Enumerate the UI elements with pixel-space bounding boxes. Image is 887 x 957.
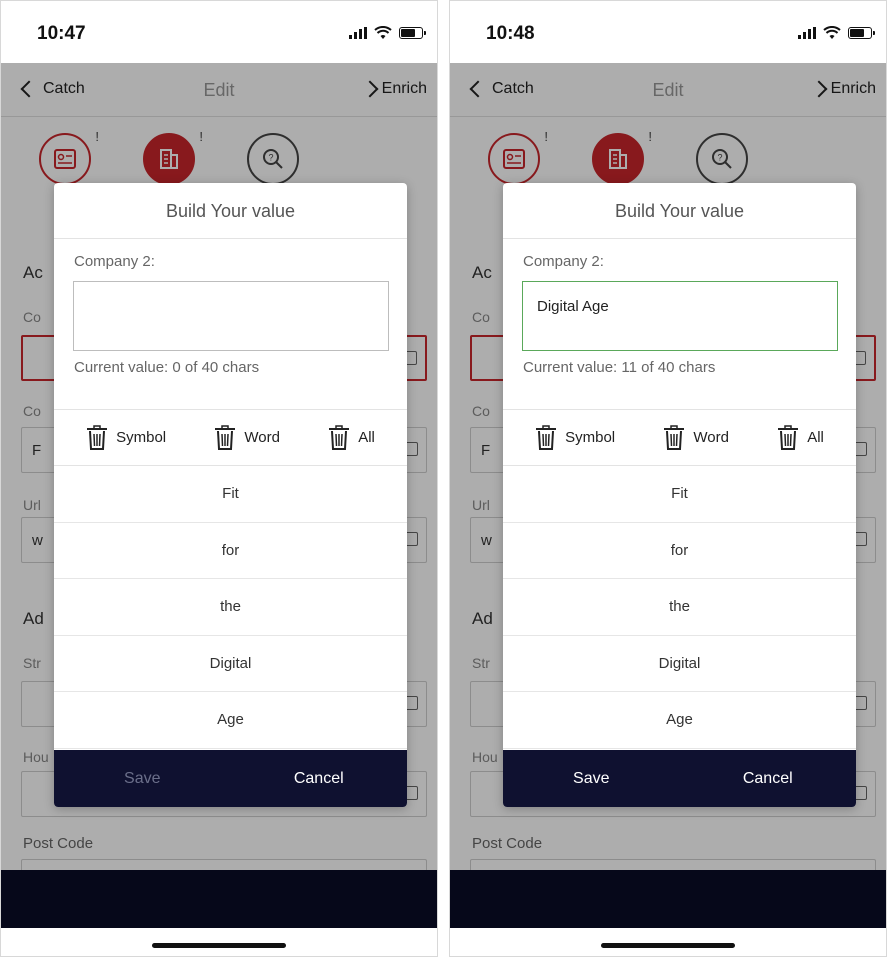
- dialog-footer: Save Cancel: [54, 750, 407, 807]
- field-label: Company 2:: [74, 253, 155, 270]
- char-counter: Current value: 0 of 40 chars: [74, 359, 260, 376]
- home-indicator[interactable]: [601, 943, 735, 948]
- word-list: Fit for the Digital Age: [503, 466, 856, 749]
- delete-actions: Symbol Word All: [54, 409, 407, 466]
- trash-icon: [214, 424, 236, 451]
- delete-symbol-label: Symbol: [565, 429, 616, 446]
- trash-icon: [328, 424, 350, 451]
- signal-icon: [349, 27, 367, 39]
- bottom-toolbar: [1, 870, 437, 928]
- dialog-footer: Save Cancel: [503, 750, 856, 807]
- word-option[interactable]: the: [54, 579, 407, 636]
- delete-actions: Symbol Word All: [503, 409, 856, 466]
- signal-icon: [798, 27, 816, 39]
- delete-all-label: All: [807, 429, 824, 446]
- battery-icon: [848, 27, 875, 39]
- delete-word-label: Word: [693, 429, 729, 446]
- system-icons: [349, 26, 426, 40]
- cancel-button[interactable]: Cancel: [231, 750, 408, 807]
- word-option[interactable]: Digital: [503, 636, 856, 693]
- system-icons: [798, 26, 875, 40]
- phone-screen-right: 10:48 Catch Edit Enrich ! ! ? Ac Co Co F…: [449, 0, 887, 957]
- trash-icon: [535, 424, 557, 451]
- trash-icon: [663, 424, 685, 451]
- status-time: 10:47: [37, 23, 86, 44]
- status-time: 10:48: [486, 23, 535, 44]
- value-input[interactable]: Digital Age: [522, 281, 838, 351]
- save-button[interactable]: Save: [503, 750, 680, 807]
- save-button[interactable]: Save: [54, 750, 231, 807]
- word-list: Fit for the Digital Age: [54, 466, 407, 749]
- char-counter: Current value: 11 of 40 chars: [523, 359, 716, 376]
- field-label: Company 2:: [523, 253, 604, 270]
- word-option[interactable]: the: [503, 579, 856, 636]
- battery-icon: [399, 27, 426, 39]
- delete-symbol-label: Symbol: [116, 429, 167, 446]
- delete-all-button[interactable]: All: [328, 424, 375, 451]
- delete-word-label: Word: [244, 429, 280, 446]
- wifi-icon: [374, 26, 392, 39]
- value-input[interactable]: [73, 281, 389, 351]
- delete-word-button[interactable]: Word: [663, 424, 729, 451]
- word-option[interactable]: for: [54, 523, 407, 580]
- bottom-toolbar: [450, 870, 886, 928]
- word-option[interactable]: for: [503, 523, 856, 580]
- cancel-button[interactable]: Cancel: [680, 750, 857, 807]
- phone-screen-left: 10:47 Catch Edit Enrich ! ! ? Ac Co Co F…: [0, 0, 438, 957]
- home-indicator-area: [450, 928, 886, 956]
- dialog-title: Build Your value: [54, 183, 407, 239]
- build-value-dialog: Build Your value Company 2: Current valu…: [54, 183, 407, 807]
- wifi-icon: [823, 26, 841, 39]
- word-option[interactable]: Age: [54, 692, 407, 749]
- dialog-title: Build Your value: [503, 183, 856, 239]
- trash-icon: [777, 424, 799, 451]
- delete-word-button[interactable]: Word: [214, 424, 280, 451]
- status-bar: 10:47: [1, 1, 437, 63]
- status-bar: 10:48: [450, 1, 886, 63]
- delete-symbol-button[interactable]: Symbol: [86, 424, 167, 451]
- delete-all-button[interactable]: All: [777, 424, 824, 451]
- delete-all-label: All: [358, 429, 375, 446]
- word-option[interactable]: Digital: [54, 636, 407, 693]
- delete-symbol-button[interactable]: Symbol: [535, 424, 616, 451]
- word-option[interactable]: Fit: [54, 466, 407, 523]
- build-value-dialog: Build Your value Company 2: Digital Age …: [503, 183, 856, 807]
- word-option[interactable]: Age: [503, 692, 856, 749]
- home-indicator-area: [1, 928, 437, 956]
- trash-icon: [86, 424, 108, 451]
- word-option[interactable]: Fit: [503, 466, 856, 523]
- home-indicator[interactable]: [152, 943, 286, 948]
